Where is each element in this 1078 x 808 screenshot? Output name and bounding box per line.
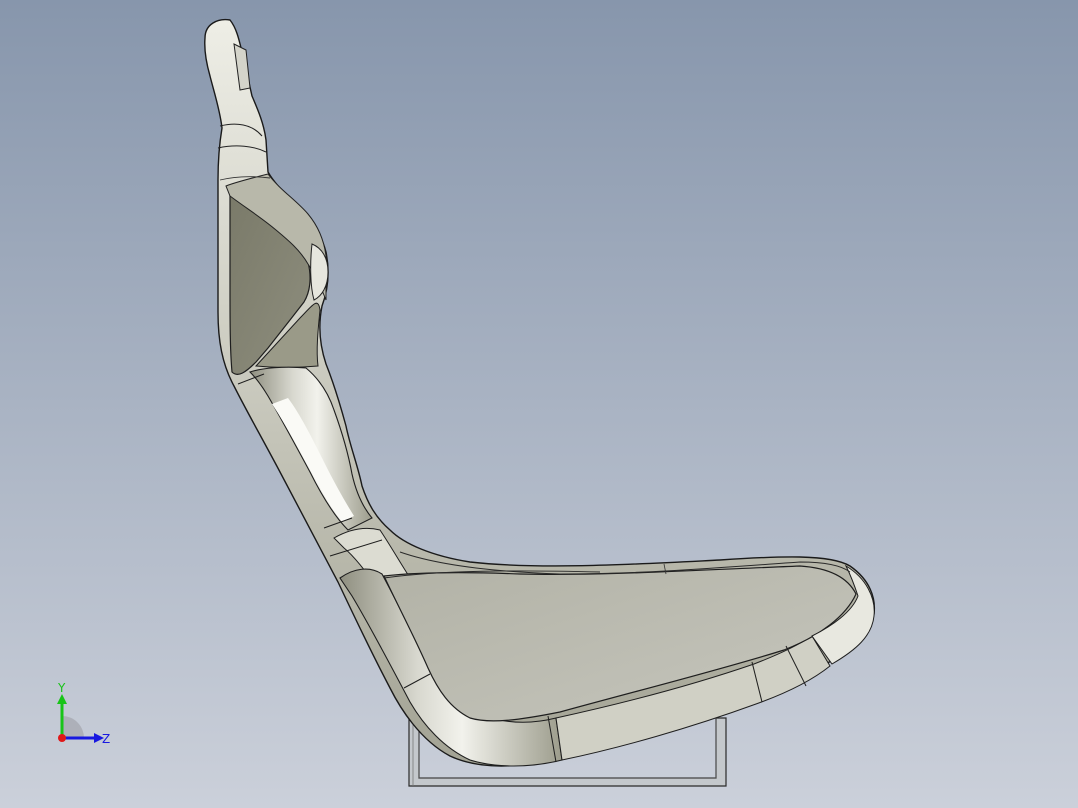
y-axis-arrow	[57, 694, 67, 704]
y-axis-label: Y	[57, 681, 66, 695]
z-axis-label: Z	[102, 732, 110, 746]
x-axis-dot	[58, 734, 66, 742]
axis-triad: Y Z	[57, 681, 110, 746]
triad-quadrant	[62, 716, 84, 738]
3d-viewport[interactable]: Y Z	[0, 0, 1078, 808]
model-scene[interactable]	[0, 0, 1078, 808]
